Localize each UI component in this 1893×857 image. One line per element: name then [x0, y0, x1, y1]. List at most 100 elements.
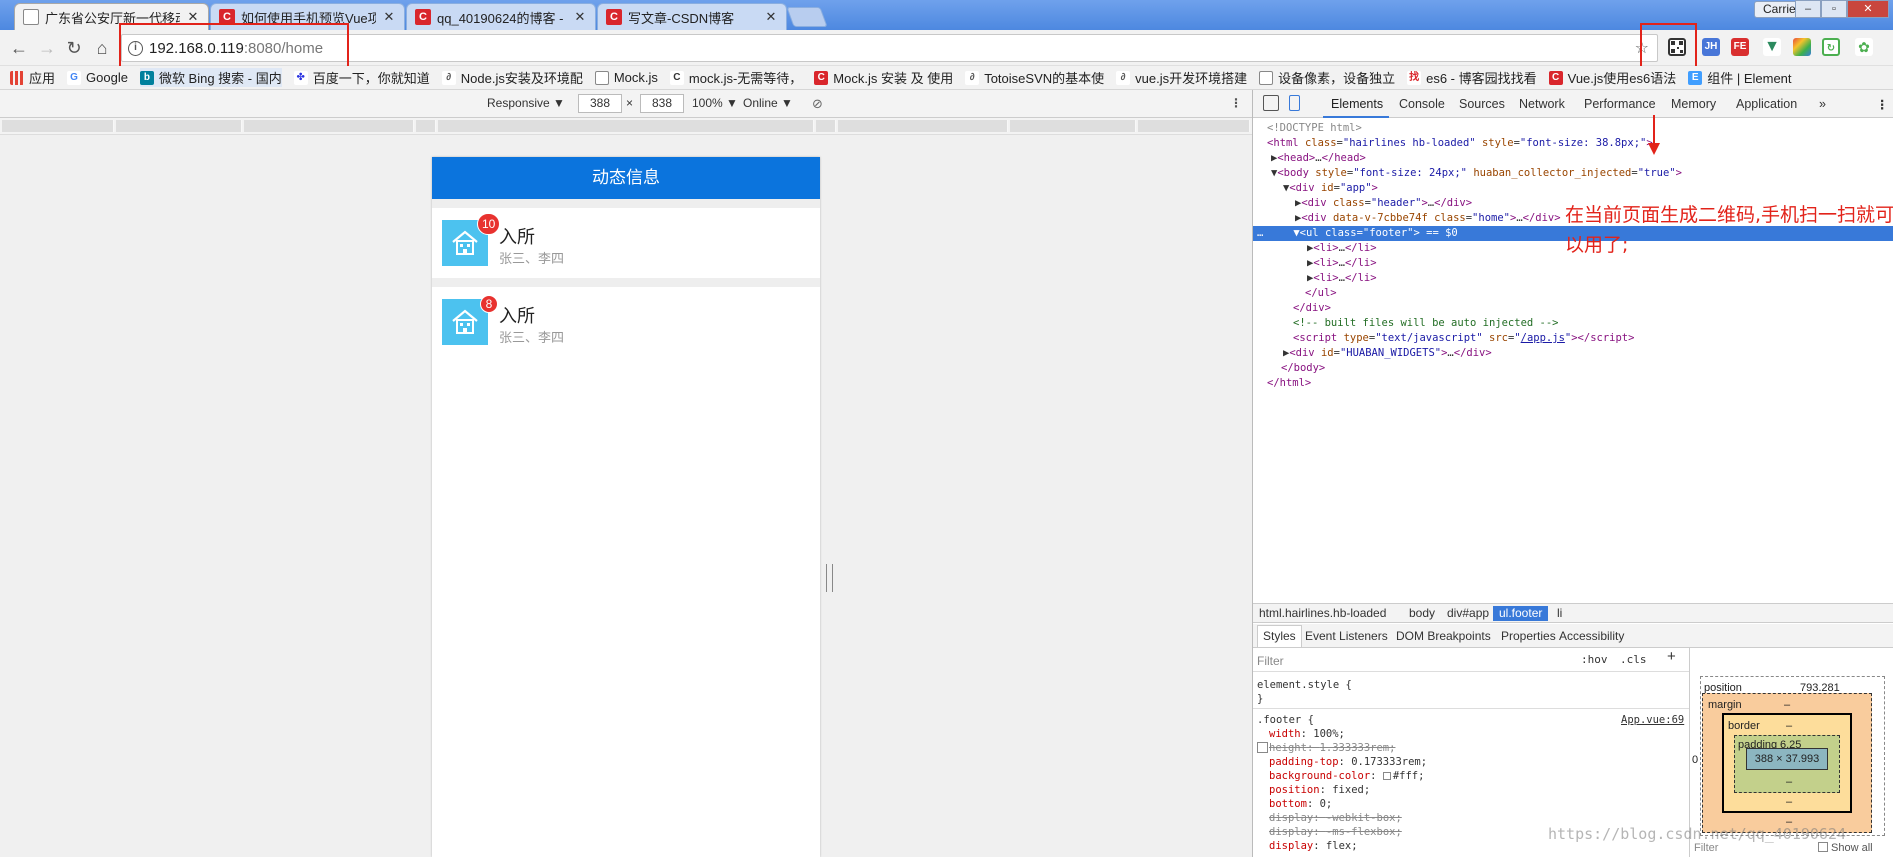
- bookmark-device-pixel[interactable]: 设备像素，设备独立: [1259, 68, 1395, 87]
- css-declaration[interactable]: width: 100%;: [1269, 727, 1345, 741]
- leaf-extension-icon[interactable]: ✿: [1855, 38, 1873, 56]
- css-declaration[interactable]: position: fixed;: [1269, 783, 1370, 797]
- rotate-icon[interactable]: ⊘: [812, 96, 823, 112]
- devtools-menu-icon[interactable]: ⋮: [1876, 97, 1889, 112]
- bookmark-mockjs-2[interactable]: Cmock.js-无需等待，: [669, 68, 802, 87]
- window-close-icon[interactable]: ✕: [1847, 0, 1889, 18]
- reload-icon[interactable]: ↻: [63, 37, 85, 59]
- maximize-icon[interactable]: ▫: [1821, 0, 1847, 18]
- tab-label: 写文章-CSDN博客: [628, 10, 735, 26]
- vue-devtools-icon[interactable]: ▼: [1763, 38, 1781, 56]
- subtab-event-listeners[interactable]: Event Listeners: [1305, 629, 1388, 643]
- crumb-div-app[interactable]: div#app: [1441, 606, 1495, 621]
- rule-source-link[interactable]: App.vue:69: [1621, 713, 1684, 727]
- tab-console[interactable]: Console: [1399, 97, 1445, 111]
- media-query-bar[interactable]: [0, 118, 1252, 135]
- address-bar[interactable]: i 192.168.0.119:8080/home ☆: [121, 34, 1658, 62]
- c-icon: C: [669, 70, 684, 85]
- bookmark-mockjs-install[interactable]: C Mock.js 安装 及 使用: [814, 68, 953, 87]
- tab-network[interactable]: Network: [1519, 97, 1565, 111]
- bookmark-nodejs[interactable]: ∂ Node.js安装及环境配: [441, 68, 583, 87]
- css-declaration[interactable]: display: -webkit-box;: [1269, 811, 1402, 825]
- item-title: 入所: [499, 227, 535, 247]
- browser-tab-4[interactable]: C 写文章-CSDN博客 ✕: [597, 3, 787, 30]
- crumb-ul-footer[interactable]: ul.footer: [1493, 606, 1549, 621]
- css-declaration[interactable]: height: 1.333333rem;: [1269, 741, 1395, 755]
- browser-tab-3[interactable]: C qq_40190624的博客 - C ✕: [406, 3, 596, 30]
- css-declaration[interactable]: display: flex;: [1269, 839, 1358, 853]
- css-declaration[interactable]: background-color: #fff;: [1269, 769, 1424, 783]
- color-swatch[interactable]: [1382, 772, 1391, 780]
- bookmark-google[interactable]: G Google: [67, 70, 128, 85]
- crumb-body[interactable]: body: [1403, 606, 1441, 621]
- google-icon: G: [67, 70, 82, 85]
- cls-button[interactable]: .cls: [1620, 653, 1647, 667]
- subtab-styles[interactable]: Styles: [1257, 625, 1302, 647]
- crumb-li[interactable]: li: [1551, 606, 1568, 621]
- device-toggle-icon[interactable]: [1289, 95, 1300, 111]
- subtab-properties[interactable]: Properties: [1501, 629, 1556, 643]
- crumb-html[interactable]: html.hairlines.hb-loaded: [1253, 606, 1392, 621]
- annotation-arrow: [1653, 115, 1655, 145]
- qr-code-icon[interactable]: [1668, 38, 1686, 56]
- item-subtitle: 张三、李四: [499, 330, 565, 345]
- bookmark-baidu[interactable]: ✤ 百度一下，你就知道: [293, 68, 430, 87]
- back-arrow-icon[interactable]: ←: [8, 37, 30, 59]
- close-icon[interactable]: ✕: [764, 9, 778, 25]
- cnblogs-icon: 找: [1407, 70, 1422, 85]
- device-mode-select[interactable]: Responsive ▼: [487, 96, 565, 110]
- network-throttle-select[interactable]: Online ▼: [743, 96, 793, 110]
- tab-sources[interactable]: Sources: [1459, 97, 1505, 111]
- bookmark-label: vue.js开发环境搭建: [1135, 71, 1248, 86]
- bookmark-vue-env[interactable]: ∂ vue.js开发环境搭建: [1116, 68, 1247, 87]
- subtab-accessibility[interactable]: Accessibility: [1559, 629, 1624, 643]
- css-declaration[interactable]: display: -ms-flexbox;: [1269, 825, 1402, 839]
- subtab-dom-breakpoints[interactable]: DOM Breakpoints: [1396, 629, 1491, 643]
- tab-elements[interactable]: Elements: [1331, 97, 1383, 111]
- color-extension-icon[interactable]: [1793, 38, 1811, 56]
- inspect-icon[interactable]: [1263, 95, 1279, 111]
- viewport-resize-handle[interactable]: [826, 564, 833, 592]
- tab-memory[interactable]: Memory: [1671, 97, 1716, 111]
- bookmark-element[interactable]: E 组件 | Element: [1688, 68, 1792, 87]
- viewport-height-input[interactable]: 838: [640, 94, 684, 113]
- css-declaration[interactable]: padding-top: 0.173333rem;: [1269, 755, 1427, 769]
- dom-tree[interactable]: <!DOCTYPE html> <html class="hairlines h…: [1253, 119, 1893, 603]
- show-all-checkbox[interactable]: Show all: [1818, 842, 1873, 854]
- bookmark-label: 微软 Bing 搜索 - 国内: [158, 71, 282, 86]
- apps-grid-icon: [10, 70, 24, 85]
- styles-filter-input[interactable]: Filter :hov .cls +: [1253, 648, 1689, 672]
- close-icon[interactable]: ✕: [573, 9, 587, 25]
- zoom-select[interactable]: 100% ▼: [692, 96, 738, 110]
- bookmark-mockjs[interactable]: Mock.js: [594, 70, 658, 85]
- bookmark-label: Vue.js使用es6语法: [1567, 71, 1677, 86]
- css-declaration[interactable]: bottom: 0;: [1269, 797, 1332, 811]
- home-icon[interactable]: ⌂: [91, 37, 113, 59]
- bookmark-svn[interactable]: ∂ TotoiseSVN的基本使: [965, 68, 1104, 87]
- bookmark-es6[interactable]: 找 es6 - 博客园找找看: [1407, 68, 1537, 87]
- tab-more[interactable]: »: [1819, 97, 1826, 111]
- list-item[interactable]: 8 入所 张三、李四: [432, 287, 820, 357]
- property-checkbox[interactable]: [1257, 742, 1268, 753]
- hov-button[interactable]: :hov: [1581, 653, 1608, 667]
- times-sign: ×: [626, 96, 634, 110]
- new-rule-button[interactable]: +: [1667, 649, 1676, 664]
- bookmark-apps[interactable]: 应用: [10, 68, 55, 87]
- jh-extension-icon[interactable]: JH: [1702, 38, 1720, 56]
- forward-arrow-icon[interactable]: →: [36, 37, 58, 59]
- green-extension-icon[interactable]: ↻: [1822, 38, 1840, 56]
- tab-application[interactable]: Application: [1736, 97, 1797, 111]
- more-options-icon[interactable]: ⋮: [1230, 96, 1242, 110]
- list-item[interactable]: 10 入所 张三、李四: [432, 208, 820, 278]
- new-tab-button[interactable]: [786, 7, 828, 27]
- box-content: 388 × 37.993: [1746, 748, 1828, 770]
- device-toolbar: Responsive ▼ 388 × 838 100% ▼ Online ▼ ⊘…: [0, 90, 1252, 118]
- fe-extension-icon[interactable]: FE: [1731, 38, 1749, 56]
- tab-performance[interactable]: Performance: [1584, 97, 1656, 111]
- minimize-icon[interactable]: –: [1795, 0, 1821, 18]
- bookmark-vue-es6[interactable]: C Vue.js使用es6语法: [1548, 68, 1677, 87]
- bookmark-bing[interactable]: b 微软 Bing 搜索 - 国内: [139, 68, 282, 87]
- viewport-width-input[interactable]: 388: [578, 94, 622, 113]
- bookmark-label: TotoiseSVN的基本使: [984, 71, 1105, 86]
- close-icon[interactable]: ✕: [382, 9, 396, 25]
